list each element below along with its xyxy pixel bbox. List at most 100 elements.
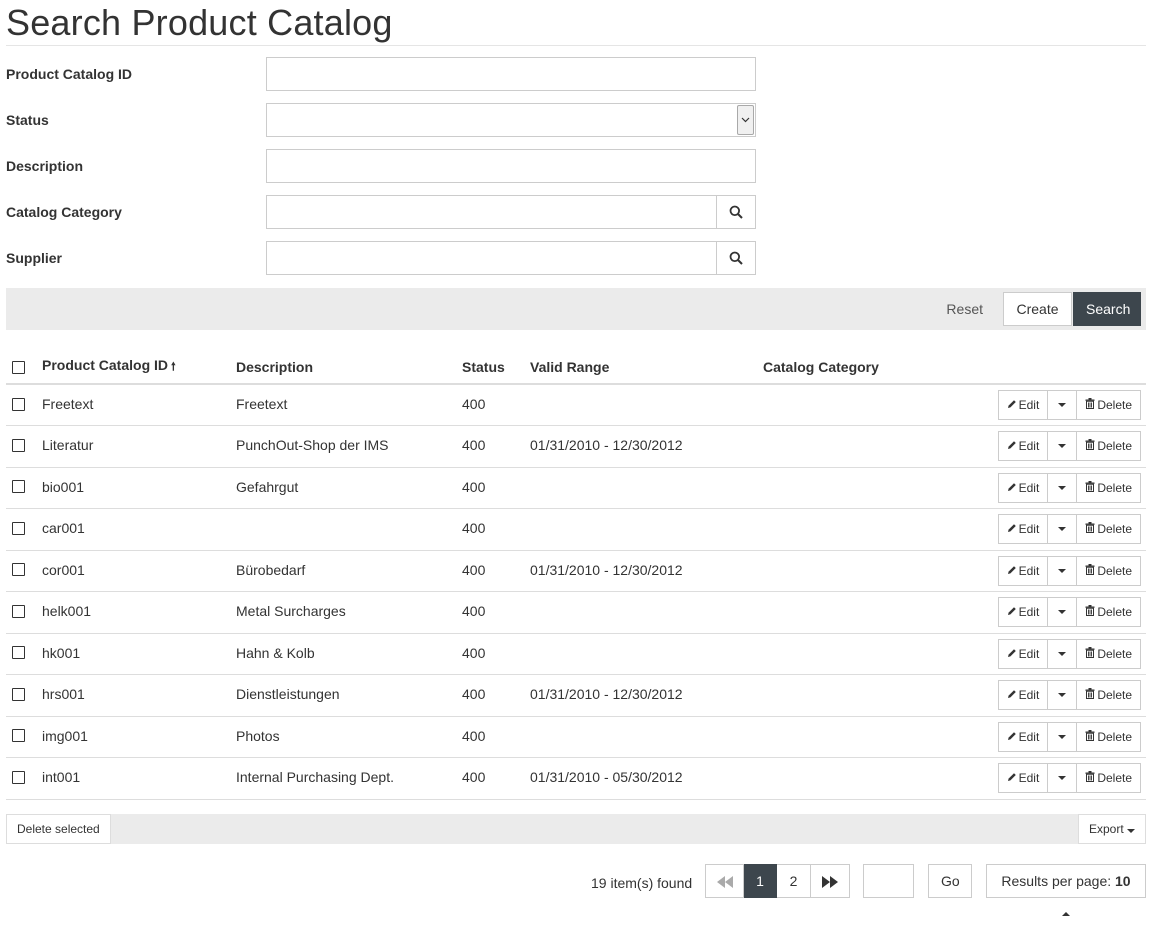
go-button[interactable]: Go [928, 864, 972, 898]
page-button-2[interactable]: 2 [777, 864, 811, 898]
edit-button[interactable]: Edit [997, 514, 1049, 545]
status-select[interactable] [266, 103, 756, 137]
row-actions-dropdown-button[interactable] [1048, 638, 1078, 669]
cell-product-catalog-id[interactable]: Freetext [42, 384, 236, 426]
edit-label: Edit [1018, 480, 1040, 495]
delete-button[interactable]: Delete [1077, 472, 1141, 503]
column-header-description[interactable]: Description [236, 350, 462, 385]
row-checkbox[interactable] [12, 397, 25, 411]
trash-icon [1085, 474, 1095, 502]
row-checkbox[interactable] [12, 438, 25, 452]
cell-catalog-category [763, 467, 943, 509]
page-button-1[interactable]: 1 [744, 864, 777, 898]
cell-product-catalog-id[interactable]: car001 [42, 508, 236, 551]
column-header-status[interactable]: Status [462, 350, 530, 385]
cell-product-catalog-id[interactable]: int001 [42, 757, 236, 800]
search-button[interactable]: Search [1073, 292, 1141, 326]
delete-label: Delete [1097, 522, 1132, 537]
chevron-down-icon[interactable] [737, 105, 754, 135]
cell-status: 400 [462, 591, 530, 634]
caret-down-icon [1058, 693, 1067, 698]
column-header-catalog-category[interactable]: Catalog Category [763, 350, 943, 385]
catalog-category-field-wrap [266, 195, 756, 229]
last-page-button[interactable] [811, 864, 850, 898]
table-footer-bar: Delete selected Export [6, 814, 1146, 844]
edit-button[interactable]: Edit [997, 431, 1049, 462]
edit-button[interactable]: Edit [997, 390, 1049, 420]
cell-product-catalog-id[interactable]: hk001 [42, 633, 236, 675]
catalog-category-label: Catalog Category [6, 204, 122, 220]
delete-button[interactable]: Delete [1077, 431, 1141, 462]
row-checkbox[interactable] [12, 563, 25, 577]
description-input[interactable] [267, 150, 755, 182]
column-header-product-catalog-id[interactable]: Product Catalog ID 🠕 [42, 350, 236, 385]
pagination: 1 2 [705, 864, 850, 898]
table-row: bio001 Gefahrgut 400 Edit Delete [6, 467, 1146, 509]
edit-label: Edit [1018, 605, 1040, 620]
cell-product-catalog-id[interactable]: bio001 [42, 467, 236, 509]
row-select-cell [6, 425, 42, 468]
delete-button[interactable]: Delete [1077, 763, 1141, 794]
caret-down-icon [1058, 527, 1067, 532]
supplier-search-button[interactable] [716, 242, 755, 274]
delete-button[interactable]: Delete [1077, 514, 1141, 545]
cell-product-catalog-id[interactable]: img001 [42, 716, 236, 758]
cell-product-catalog-id[interactable]: cor001 [42, 550, 236, 592]
row-actions-dropdown-button[interactable] [1048, 721, 1078, 752]
create-button[interactable]: Create [1003, 292, 1072, 326]
catalog-category-search-button[interactable] [716, 196, 755, 228]
edit-button[interactable]: Edit [997, 597, 1049, 628]
delete-label: Delete [1097, 563, 1132, 578]
row-actions-dropdown-button[interactable] [1048, 680, 1078, 711]
results-per-page-button[interactable]: Results per page: 10 [986, 864, 1146, 917]
delete-button[interactable]: Delete [1077, 390, 1141, 420]
catalog-category-input[interactable] [267, 196, 717, 228]
edit-button[interactable]: Edit [997, 472, 1049, 503]
export-button[interactable]: Export [1077, 814, 1146, 844]
delete-button[interactable]: Delete [1077, 680, 1141, 711]
row-actions-dropdown-button[interactable] [1048, 431, 1078, 462]
row-checkbox[interactable] [12, 480, 25, 494]
cell-description: Dienstleistungen [236, 674, 462, 717]
row-checkbox[interactable] [12, 687, 25, 701]
cell-catalog-category [763, 633, 943, 675]
cell-product-catalog-id[interactable]: Literatur [42, 425, 236, 468]
row-checkbox[interactable] [12, 770, 25, 784]
cell-actions: Edit Delete [943, 384, 1146, 426]
edit-button[interactable]: Edit [997, 680, 1049, 711]
delete-button[interactable]: Delete [1077, 638, 1141, 669]
delete-button[interactable]: Delete [1077, 721, 1141, 752]
table-row: Literatur PunchOut-Shop der IMS 400 01/31/2… [6, 425, 1146, 468]
delete-button[interactable]: Delete [1077, 597, 1141, 628]
row-actions-dropdown-button[interactable] [1048, 763, 1078, 794]
cell-catalog-category [763, 384, 943, 426]
row-checkbox[interactable] [12, 729, 25, 743]
delete-button[interactable]: Delete [1077, 555, 1141, 586]
edit-button[interactable]: Edit [997, 555, 1049, 586]
row-checkbox[interactable] [12, 604, 25, 618]
cell-product-catalog-id[interactable]: helk001 [42, 591, 236, 634]
delete-selected-button[interactable]: Delete selected [6, 814, 111, 844]
product-catalog-id-input[interactable] [267, 58, 755, 90]
edit-label: Edit [1018, 439, 1040, 454]
cell-product-catalog-id[interactable]: hrs001 [42, 674, 236, 717]
row-select-cell [6, 757, 42, 800]
row-checkbox[interactable] [12, 521, 25, 535]
column-header-valid-range[interactable]: Valid Range [530, 350, 763, 385]
first-page-button[interactable] [705, 864, 744, 898]
supplier-input[interactable] [267, 242, 717, 274]
edit-button[interactable]: Edit [997, 638, 1049, 669]
reset-button[interactable]: Reset [933, 292, 996, 326]
row-actions-dropdown-button[interactable] [1048, 514, 1078, 545]
edit-button[interactable]: Edit [997, 721, 1049, 752]
page-number-input[interactable] [863, 864, 914, 898]
row-checkbox[interactable] [12, 646, 25, 660]
table-row: Freetext Freetext 400 Edit Delete [6, 384, 1146, 426]
row-actions-dropdown-button[interactable] [1048, 555, 1078, 586]
row-actions-dropdown-button[interactable] [1048, 472, 1078, 503]
row-actions-dropdown-button[interactable] [1048, 390, 1078, 420]
edit-button[interactable]: Edit [997, 763, 1049, 794]
row-actions-dropdown-button[interactable] [1048, 597, 1078, 628]
select-all-checkbox[interactable] [12, 361, 25, 375]
cell-description: Freetext [236, 384, 462, 426]
